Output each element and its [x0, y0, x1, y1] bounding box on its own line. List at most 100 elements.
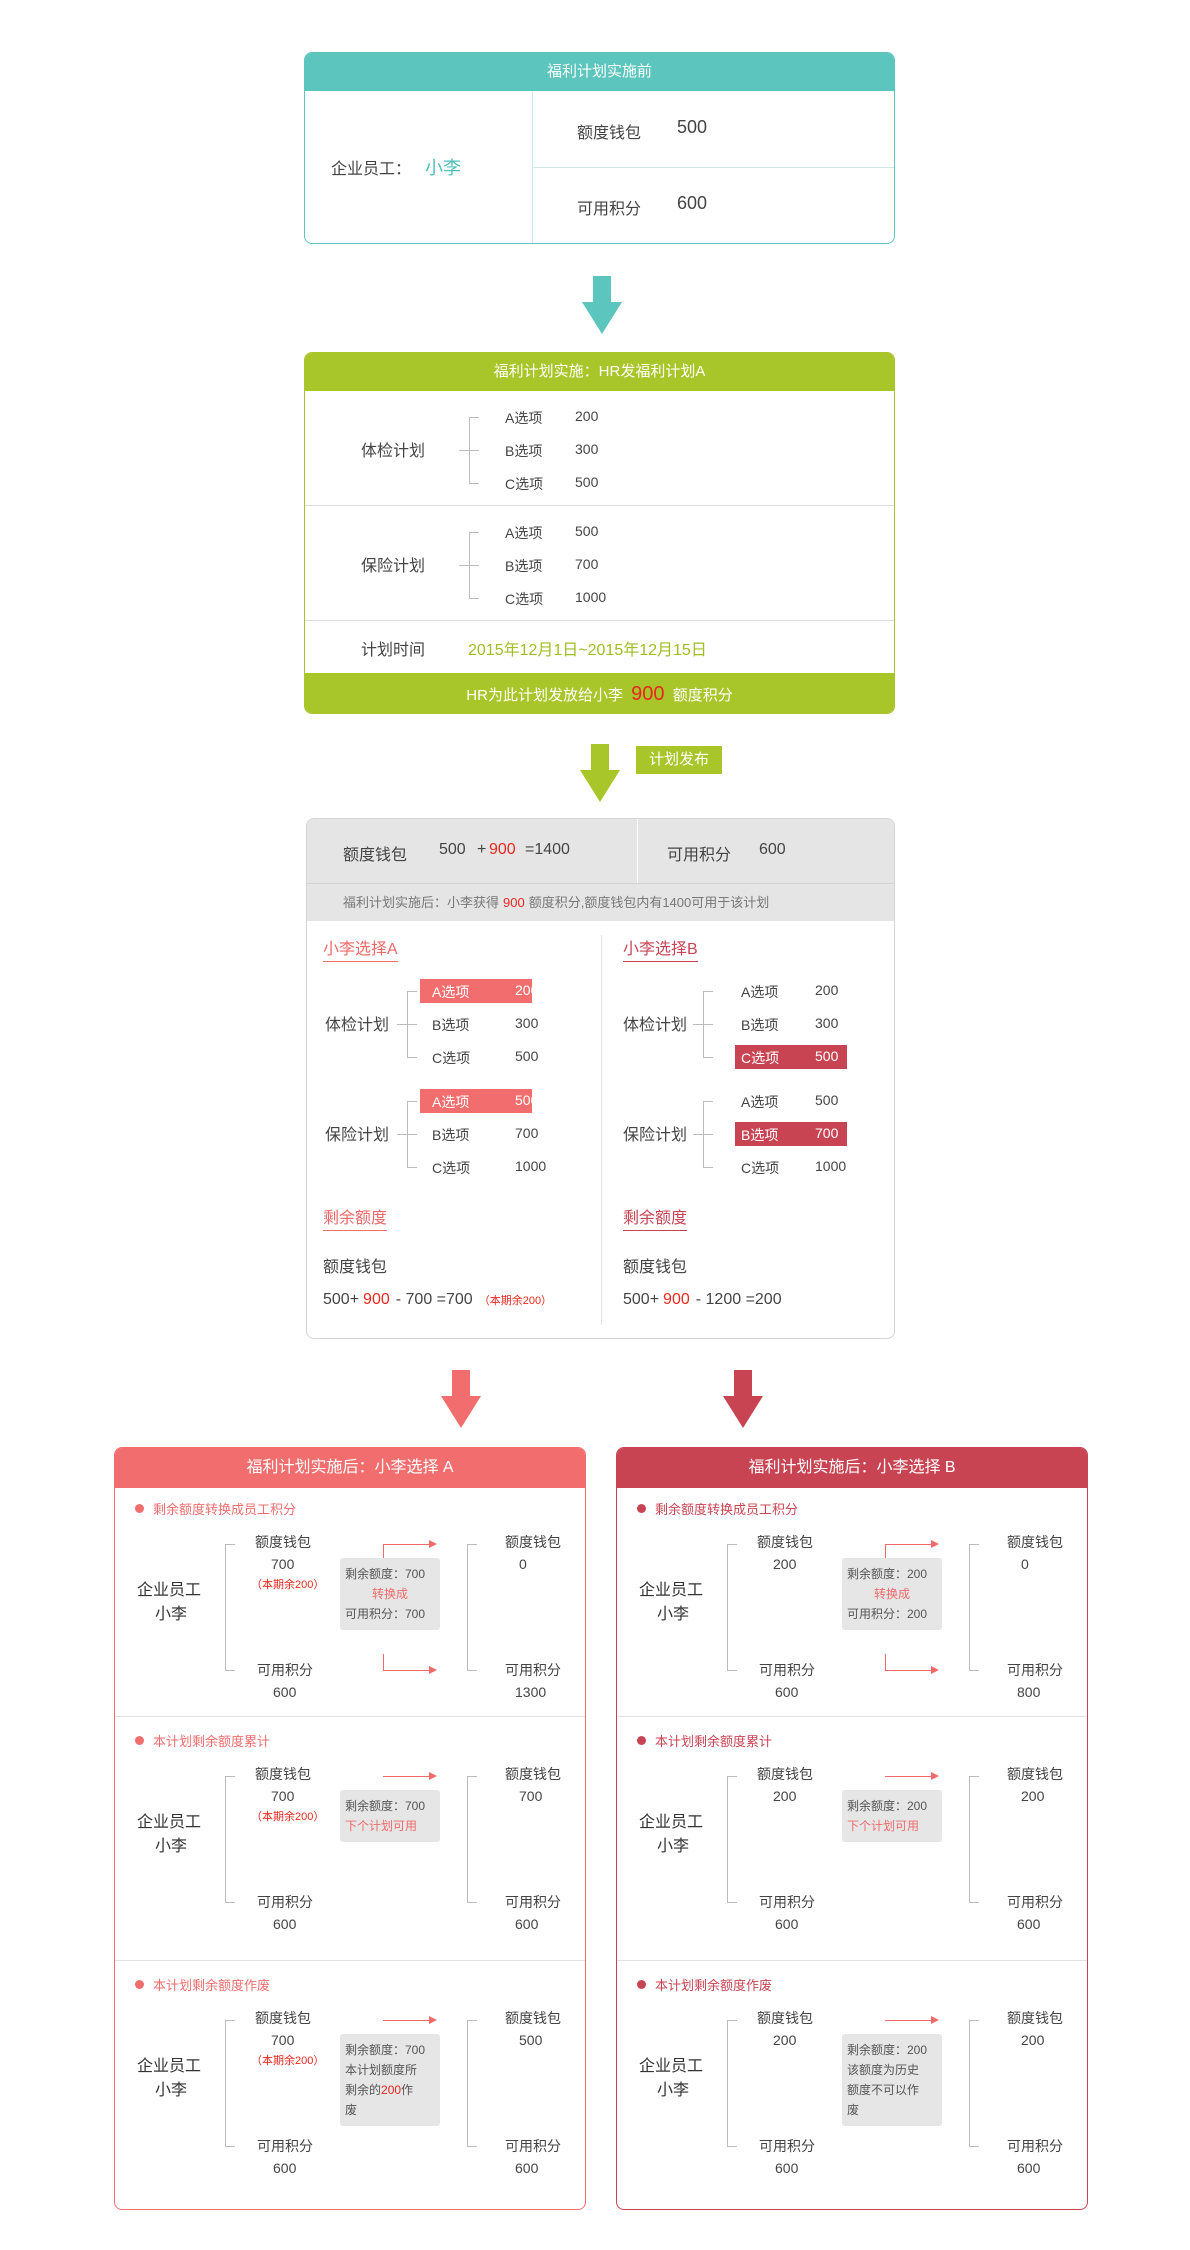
time-label: 计划时间	[361, 642, 426, 659]
down-arrow-icon	[723, 1370, 763, 1428]
points-label: 可用积分	[759, 1662, 815, 1678]
wallet-label: 额度钱包	[255, 1766, 311, 1782]
employee-label: 企业员工	[137, 1814, 202, 1831]
wallet-label: 额度钱包	[255, 1534, 311, 1550]
footer-text: 额度积分	[672, 687, 733, 704]
result-wallet-label: 额度钱包	[1007, 1766, 1063, 1782]
bullet-dot	[637, 1504, 646, 1513]
bracket-tick	[467, 1776, 477, 1777]
result-points-value: 1300	[515, 1684, 547, 1700]
option-label: B选项	[741, 1017, 779, 1033]
option-label: A选项	[741, 984, 779, 1000]
wallet-value: 700	[271, 2032, 295, 2048]
bracket	[969, 2020, 970, 2146]
result-wallet-value: 200	[1021, 2032, 1045, 2048]
points-value: 600	[759, 841, 786, 858]
after-note: 福利计划实施后：小李获得 900 额度积分,额度钱包内有1400可用于该计划	[343, 895, 770, 910]
footer-text: HR为此计划发放给小李	[466, 687, 623, 704]
box-text: 作	[401, 2083, 414, 2097]
bracket	[225, 2020, 226, 2146]
points-label: 可用积分	[257, 1662, 313, 1678]
result-wallet-label: 额度钱包	[505, 1534, 561, 1550]
group-name: 保险计划	[623, 1127, 688, 1144]
remain-formula: 500+ 900- 1200 =200	[623, 1291, 782, 1308]
group-name: 体检计划	[361, 443, 426, 460]
bracket	[727, 1776, 728, 1902]
option-value: 700	[515, 1125, 539, 1141]
box-line: 剩余额度：700	[345, 2043, 426, 2057]
bracket	[225, 1544, 226, 1670]
box-line: 废	[847, 2103, 860, 2117]
option-value: 700	[815, 1125, 839, 1141]
option-label: C选项	[741, 1160, 780, 1176]
group-name: 体检计划	[623, 1017, 688, 1034]
option-label: B选项	[432, 1017, 470, 1033]
box-text: 剩余的	[345, 2083, 382, 2097]
bracket-tick	[225, 2020, 235, 2021]
points-value: 600	[775, 1916, 799, 1932]
option-value: 200	[515, 982, 539, 998]
box-line: 下个计划可用	[847, 1819, 920, 1833]
bracket-tick	[969, 1776, 979, 1777]
bullet-dot	[637, 1980, 646, 1989]
option-label: C选项	[432, 1160, 471, 1176]
wallet-note: （本期余200）	[251, 1579, 325, 1591]
arrow-line	[885, 1666, 939, 1674]
option-value: 200	[815, 982, 839, 998]
result-points-value: 800	[1017, 1684, 1041, 1700]
bracket-tick	[467, 2146, 477, 2147]
result-points-label: 可用积分	[1007, 1662, 1063, 1678]
wallet-value: 700	[271, 1788, 295, 1804]
wallet-note: （本期余200）	[251, 1811, 325, 1823]
result-wallet-label: 额度钱包	[505, 1766, 561, 1782]
employee-label: 企业员工	[137, 2058, 202, 2075]
wallet-label: 额度钱包	[623, 1259, 688, 1276]
down-arrow-icon	[580, 744, 620, 802]
option-value: 300	[575, 441, 599, 457]
box-line: 转换成	[371, 1587, 408, 1601]
footer-number: 900	[631, 683, 665, 705]
wallet-value: 200	[773, 1556, 797, 1572]
bracket	[467, 1544, 468, 1670]
bracket-tick	[727, 1902, 737, 1903]
arrow-stub	[885, 1544, 886, 1558]
points-value: 600	[273, 2160, 297, 2176]
bracket-tick	[467, 1544, 477, 1545]
bracket-tick	[969, 2146, 979, 2147]
remain-title: 剩余额度	[323, 1204, 388, 1231]
points-label: 可用积分	[759, 1894, 815, 1910]
employee-name: 小李	[657, 2082, 690, 2099]
option-label: A选项	[432, 1094, 470, 1110]
after-card: 额度钱包 500 + 900 =1400 可用积分 600 福利计划实施后：小李…	[306, 818, 895, 1339]
box-line: 剩余额度：700	[345, 1799, 426, 1813]
result-points-value: 600	[515, 1916, 539, 1932]
section-title: 本计划剩余额度作废	[153, 1978, 271, 1993]
option-value: 1000	[815, 1158, 847, 1174]
result-points-value: 600	[1017, 2160, 1041, 2176]
points-value: 600	[775, 1684, 799, 1700]
divider	[305, 620, 894, 621]
panel-a-header: 福利计划实施后：小李选择 A	[115, 1448, 585, 1488]
section-title: 本计划剩余额度累计	[153, 1734, 271, 1749]
quota-total: =1400	[525, 841, 570, 858]
plan-card: 福利计划实施：HR发福利计划A 体检计划 A选项 200 B选项 300 C选项…	[304, 352, 895, 714]
option-value: 300	[515, 1015, 539, 1031]
section-title: 剩余额度转换成员工积分	[655, 1502, 799, 1517]
arrow-stub	[885, 1654, 886, 1670]
divider	[532, 167, 894, 168]
wallet-label: 额度钱包	[757, 2010, 813, 2026]
bracket-tick	[225, 1776, 235, 1777]
divider	[307, 883, 894, 884]
option-value: 500	[515, 1092, 539, 1108]
option-label: A选项	[741, 1094, 779, 1110]
bracket	[467, 2020, 468, 2146]
bullet-dot	[135, 1736, 144, 1745]
employee-label: 企业员工：	[331, 161, 412, 178]
panel-b: 福利计划实施后：小李选择 B 剩余额度转换成员工积分 企业员工 小李 额度钱包 200 可…	[616, 1447, 1088, 2210]
remain-title: 剩余额度	[623, 1204, 688, 1231]
employee-name: 小李	[425, 158, 461, 178]
choice-b-title: 小李选择B	[623, 935, 698, 962]
option-value: 500	[515, 1048, 539, 1064]
divider	[601, 935, 602, 1325]
box-line: 剩余额度：200	[847, 2043, 928, 2057]
